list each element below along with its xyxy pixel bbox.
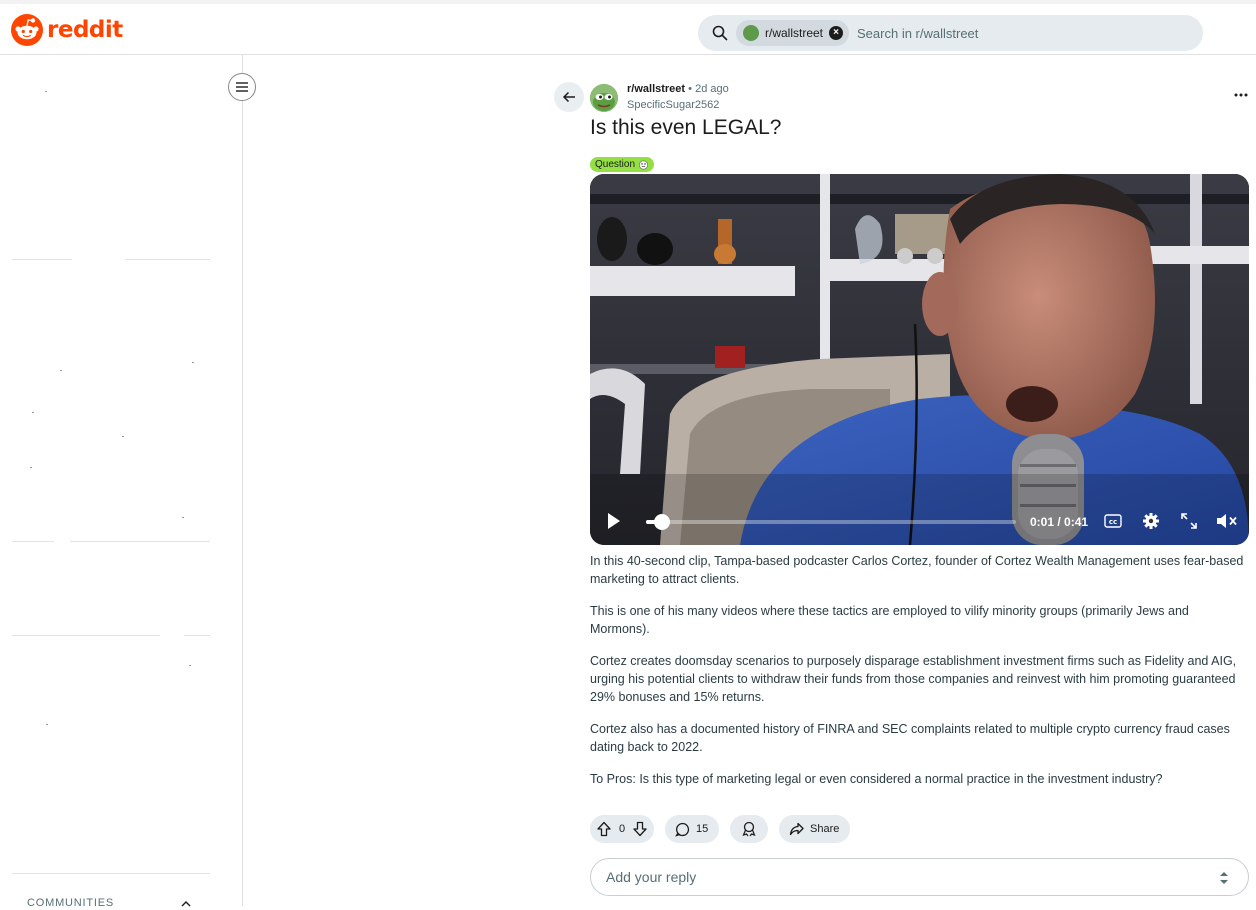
- arrow-left-icon: [562, 91, 575, 103]
- award-button[interactable]: [730, 815, 768, 843]
- share-label: Share: [810, 823, 840, 835]
- comment-count: 15: [696, 823, 709, 835]
- settings-gear-icon[interactable]: [1142, 512, 1160, 530]
- sidebar-toggle-button[interactable]: [228, 73, 256, 101]
- vote-control: 0: [590, 815, 654, 843]
- comment-icon: [675, 822, 690, 837]
- ellipsis-icon: [1234, 93, 1248, 97]
- captions-icon[interactable]: cc: [1104, 514, 1122, 528]
- divider: [12, 873, 210, 874]
- flair-label: Question: [595, 159, 636, 170]
- subreddit-avatar-icon: [743, 25, 759, 41]
- post-time: 2d ago: [695, 83, 729, 95]
- reddit-snoo-icon: [11, 14, 43, 46]
- video-frame: [590, 174, 1249, 545]
- fullscreen-icon[interactable]: [1181, 513, 1197, 529]
- logo-wordmark: reddit: [47, 17, 123, 43]
- divider: [70, 541, 210, 542]
- search-scope-chip[interactable]: r/wallstreet ×: [736, 20, 850, 46]
- progress-handle[interactable]: [654, 514, 670, 530]
- vote-count: 0: [618, 823, 626, 835]
- search-scope-label: r/wallstreet: [765, 26, 824, 40]
- menu-icon: [236, 82, 248, 92]
- post-title: Is this even LEGAL?: [590, 116, 782, 139]
- more-options-button[interactable]: [1232, 88, 1250, 106]
- sidebar-placeholder: [30, 467, 32, 468]
- post-body: In this 40-second clip, Tampa-based podc…: [590, 552, 1245, 802]
- author-link[interactable]: SpecificSugar2562: [627, 99, 719, 111]
- reply-box[interactable]: [590, 858, 1249, 896]
- reply-input[interactable]: [606, 869, 1186, 885]
- divider: [12, 635, 160, 636]
- communities-heading[interactable]: COMMUNITIES: [27, 897, 114, 909]
- share-button[interactable]: Share: [779, 815, 850, 843]
- close-icon[interactable]: ×: [829, 26, 844, 40]
- sidebar-placeholder: [32, 412, 34, 413]
- pepe-frog-icon: [590, 84, 618, 112]
- share-icon: [789, 822, 804, 836]
- sidebar-placeholder: [192, 362, 194, 363]
- post-meta: r/wallstreet • 2d ago: [627, 83, 729, 95]
- sidebar-placeholder: [60, 370, 62, 371]
- resize-arrows-icon[interactable]: [1218, 870, 1230, 886]
- thinking-emoji-icon: [639, 160, 649, 169]
- award-icon: [742, 821, 756, 837]
- chevron-up-icon[interactable]: [180, 898, 192, 910]
- sidebar-placeholder: [45, 91, 47, 92]
- post-actions: 0 15 Share: [590, 815, 850, 843]
- divider: [12, 541, 54, 542]
- subreddit-avatar[interactable]: [590, 84, 618, 112]
- video-player[interactable]: [590, 174, 1249, 545]
- search-bar[interactable]: r/wallstreet ×: [698, 15, 1203, 51]
- sidebar-placeholder: [46, 724, 48, 725]
- post-paragraph: To Pros: Is this type of marketing legal…: [590, 772, 1163, 786]
- post-paragraph: This is one of his many videos where the…: [590, 604, 1189, 636]
- video-progress-bar[interactable]: [646, 514, 1016, 530]
- divider: [12, 259, 72, 260]
- mute-icon[interactable]: [1216, 513, 1238, 529]
- sidebar-placeholder: [182, 517, 184, 518]
- play-icon[interactable]: [606, 512, 622, 530]
- comments-button[interactable]: 15: [665, 815, 719, 843]
- left-sidebar: COMMUNITIES: [0, 55, 243, 909]
- svg-text:cc: cc: [1109, 518, 1117, 526]
- subreddit-link[interactable]: r/wallstreet: [627, 83, 685, 95]
- top-header: reddit r/wallstreet ×: [0, 0, 1256, 55]
- divider: [184, 635, 210, 636]
- search-input[interactable]: [857, 25, 1158, 41]
- post-paragraph: Cortez creates doomsday scenarios to pur…: [590, 654, 1237, 704]
- sidebar-placeholder: [122, 436, 124, 437]
- sidebar-placeholder: [189, 665, 191, 666]
- divider: [125, 259, 210, 260]
- downvote-icon[interactable]: [632, 821, 648, 837]
- post-paragraph: In this 40-second clip, Tampa-based podc…: [590, 554, 1244, 586]
- meta-separator: •: [688, 83, 693, 95]
- video-time: 0:01 / 0:41: [1030, 515, 1089, 529]
- search-icon: [712, 25, 728, 41]
- reddit-logo[interactable]: reddit: [11, 14, 123, 46]
- post-paragraph: Cortez also has a documented history of …: [590, 722, 1230, 754]
- post-flair[interactable]: Question: [590, 157, 655, 172]
- upvote-icon[interactable]: [596, 821, 612, 837]
- back-button[interactable]: [554, 82, 584, 112]
